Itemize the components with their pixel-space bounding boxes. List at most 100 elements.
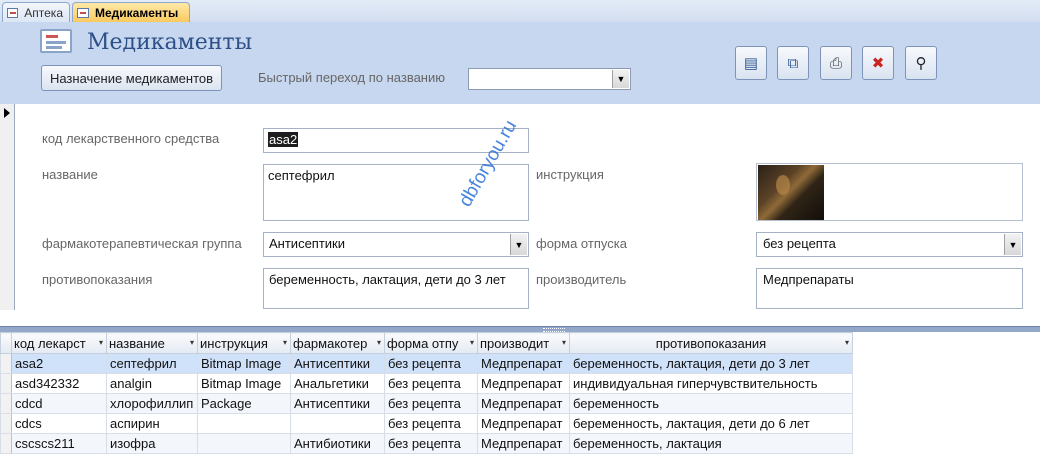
release-form-combobox[interactable]: без рецепта ▼ bbox=[756, 232, 1023, 257]
find-icon: ⚲ bbox=[915, 55, 927, 72]
table-cell[interactable]: analgin bbox=[106, 373, 198, 394]
copy-record-icon: ⧉ bbox=[787, 54, 799, 72]
table-cell[interactable]: беременность, лактация, дети до 6 лет bbox=[569, 413, 853, 434]
row-selector[interactable] bbox=[0, 413, 12, 434]
table-cell[interactable]: Package bbox=[197, 393, 291, 414]
dropdown-arrow-icon: ▾ bbox=[189, 338, 194, 347]
name-label: название bbox=[42, 167, 98, 182]
table-cell[interactable]: без рецепта bbox=[384, 393, 478, 414]
table-cell[interactable]: хлорофиллип bbox=[106, 393, 198, 414]
chevron-down-icon[interactable]: ▼ bbox=[510, 234, 527, 255]
dropdown-arrow-icon: ▾ bbox=[844, 338, 849, 347]
release-form-value: без рецепта bbox=[763, 236, 836, 251]
dropdown-arrow-icon: ▾ bbox=[561, 338, 566, 347]
row-selector[interactable] bbox=[0, 433, 12, 454]
table-cell[interactable] bbox=[197, 433, 291, 454]
new-record-icon: ▤ bbox=[743, 55, 759, 72]
table-cell[interactable]: Антибиотики bbox=[290, 433, 385, 454]
copy-record-button[interactable]: ⧉ bbox=[777, 46, 809, 80]
table-cell[interactable]: cdcd bbox=[11, 393, 107, 414]
column-header[interactable]: код лекарст ▾ bbox=[11, 332, 107, 354]
group-value: Антисептики bbox=[269, 236, 346, 251]
table-cell[interactable]: Bitmap Image bbox=[197, 353, 291, 374]
print-button[interactable]: ⎙ bbox=[820, 46, 852, 80]
delete-record-button[interactable]: ✖ bbox=[862, 46, 894, 80]
table-header-row: код лекарст ▾ название ▾ инструкция ▾ фарма… bbox=[0, 332, 853, 354]
table-cell[interactable]: без рецепта bbox=[384, 353, 478, 374]
table-cell[interactable]: без рецепта bbox=[384, 373, 478, 394]
tab-medikamenty[interactable]: Медикаменты bbox=[72, 2, 190, 23]
print-icon: ⎙ bbox=[829, 54, 842, 72]
group-combobox[interactable]: Антисептики ▼ bbox=[263, 232, 529, 257]
delete-record-icon: ✖ bbox=[871, 55, 885, 72]
form-icon bbox=[77, 8, 89, 18]
dropdown-arrow-icon: ▾ bbox=[282, 338, 287, 347]
table-cell[interactable]: Медпрепарат bbox=[477, 373, 570, 394]
table-cell[interactable]: без рецепта bbox=[384, 433, 478, 454]
table-cell[interactable]: беременность, лактация bbox=[569, 433, 853, 454]
instruction-image-field[interactable] bbox=[756, 163, 1023, 221]
table-cell[interactable]: asd342332 bbox=[11, 373, 107, 394]
table-row[interactable]: cscscs211 изофра Антибиотики без рецепта… bbox=[0, 433, 853, 454]
tab-label: Медикаменты bbox=[95, 6, 179, 20]
instruction-image bbox=[758, 165, 824, 220]
instruction-label: инструкция bbox=[536, 167, 604, 182]
table-cell[interactable]: Медпрепарат bbox=[477, 433, 570, 454]
table-cell[interactable]: аспирин bbox=[106, 413, 198, 434]
select-all-cell[interactable] bbox=[0, 332, 12, 354]
table-cell[interactable]: cscscs211 bbox=[11, 433, 107, 454]
dropdown-arrow-icon: ▾ bbox=[98, 338, 103, 347]
table-cell[interactable]: беременность bbox=[569, 393, 853, 414]
new-record-button[interactable]: ▤ bbox=[735, 46, 767, 80]
manufacturer-field[interactable]: Медпрепараты bbox=[756, 268, 1023, 309]
table-cell[interactable]: Медпрепарат bbox=[477, 353, 570, 374]
row-selector[interactable] bbox=[0, 393, 12, 414]
quick-nav-label: Быстрый переход по названию bbox=[258, 70, 446, 85]
table-row[interactable]: asa2 септефрил Bitmap Image Антисептики … bbox=[0, 353, 853, 374]
table-cell[interactable]: беременность, лактация, дети до 3 лет bbox=[569, 353, 853, 374]
table-cell[interactable]: Bitmap Image bbox=[197, 373, 291, 394]
column-header[interactable]: противопоказания ▾ bbox=[569, 332, 853, 354]
table-cell[interactable]: cdcs bbox=[11, 413, 107, 434]
record-selector[interactable] bbox=[0, 104, 15, 310]
column-header[interactable]: название ▾ bbox=[106, 332, 198, 354]
column-header[interactable]: производит ▾ bbox=[477, 332, 570, 354]
row-selector[interactable] bbox=[0, 373, 12, 394]
assign-medicines-button[interactable]: Назначение медикаментов bbox=[41, 65, 222, 91]
table-cell[interactable]: Анальгетики bbox=[290, 373, 385, 394]
form-header: Медикаменты Назначение медикаментов Быст… bbox=[0, 22, 1040, 104]
table-cell[interactable]: без рецепта bbox=[384, 413, 478, 434]
manufacturer-label: производитель bbox=[536, 272, 627, 287]
table-cell[interactable]: Антисептики bbox=[290, 393, 385, 414]
table-cell[interactable]: изофра bbox=[106, 433, 198, 454]
group-label: фармакотерапевтическая группа bbox=[42, 236, 242, 251]
contraindications-label: противопоказания bbox=[42, 272, 153, 287]
table-cell[interactable]: Медпрепарат bbox=[477, 413, 570, 434]
release-form-label: форма отпуска bbox=[536, 236, 627, 251]
page-title: Медикаменты bbox=[87, 30, 253, 55]
contraindications-field[interactable]: беременность, лактация, дети до 3 лет bbox=[263, 268, 529, 309]
quick-nav-combobox[interactable]: ▼ bbox=[468, 68, 631, 90]
table-cell[interactable] bbox=[290, 413, 385, 434]
table-cell[interactable]: Антисептики bbox=[290, 353, 385, 374]
table-cell[interactable] bbox=[197, 413, 291, 434]
column-header[interactable]: форма отпу ▾ bbox=[384, 332, 478, 354]
table-cell[interactable]: asa2 bbox=[11, 353, 107, 374]
table-row[interactable]: cdcd хлорофиллип Package Антисептики без… bbox=[0, 393, 853, 414]
dropdown-arrow-icon: ▾ bbox=[469, 338, 474, 347]
chevron-down-icon[interactable]: ▼ bbox=[1004, 234, 1021, 255]
row-selector[interactable] bbox=[0, 353, 12, 374]
form-logo-icon bbox=[40, 29, 72, 53]
table-cell[interactable]: индивидуальная гиперчувствительность bbox=[569, 373, 853, 394]
column-header[interactable]: фармакотер ▾ bbox=[290, 332, 385, 354]
chevron-down-icon[interactable]: ▼ bbox=[612, 70, 629, 88]
table-cell[interactable]: септефрил bbox=[106, 353, 198, 374]
table-row[interactable]: cdcs аспирин без рецепта Медпрепарат бер… bbox=[0, 413, 853, 434]
table-row[interactable]: asd342332 analgin Bitmap Image Анальгети… bbox=[0, 373, 853, 394]
code-value: asa2 bbox=[268, 132, 299, 147]
tab-apteka[interactable]: Аптека bbox=[2, 2, 70, 22]
column-header[interactable]: инструкция ▾ bbox=[197, 332, 291, 354]
table-cell[interactable]: Медпрепарат bbox=[477, 393, 570, 414]
datasheet-table: код лекарст ▾ название ▾ инструкция ▾ фарма… bbox=[0, 332, 853, 454]
find-button[interactable]: ⚲ bbox=[905, 46, 937, 80]
